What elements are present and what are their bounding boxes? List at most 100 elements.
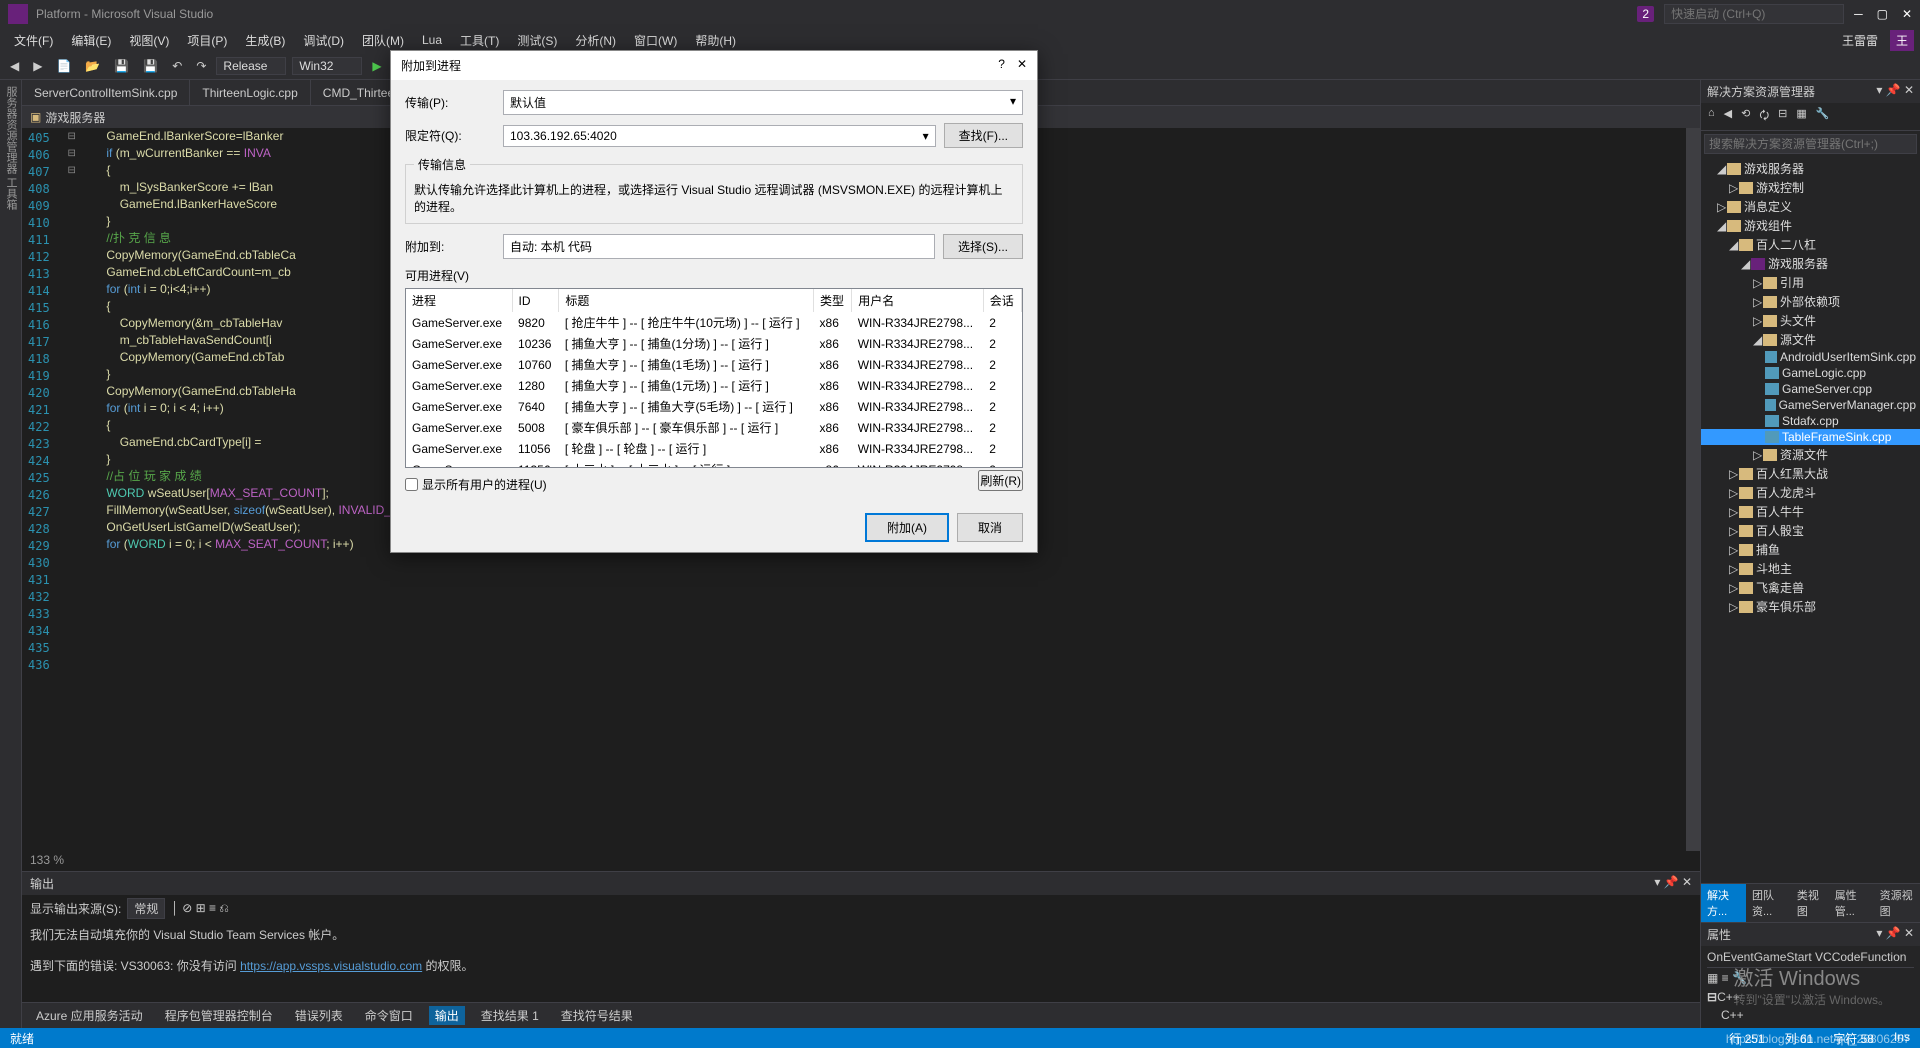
tree-node[interactable]: ▷百人红黑大战 bbox=[1701, 464, 1920, 483]
tab-file-0[interactable]: ServerControlItemSink.cpp bbox=[22, 80, 190, 105]
menu-tools[interactable]: 工具(T) bbox=[452, 30, 507, 51]
process-row[interactable]: GameServer.exe1280[ 捕鱼大亨 ] -- [ 捕鱼(1元场) … bbox=[406, 375, 1022, 396]
bottom-tab[interactable]: 命令窗口 bbox=[359, 1006, 419, 1025]
menu-help[interactable]: 帮助(H) bbox=[687, 30, 744, 51]
properties-icon[interactable]: 🔧 bbox=[1813, 106, 1833, 127]
user-name[interactable]: 王雷雷 bbox=[1836, 30, 1884, 51]
menu-view[interactable]: 视图(V) bbox=[121, 30, 177, 51]
tree-node[interactable]: GameServerManager.cpp bbox=[1701, 397, 1920, 413]
tree-node[interactable]: ▷斗地主 bbox=[1701, 559, 1920, 578]
bottom-tab[interactable]: 查找结果 1 bbox=[475, 1006, 545, 1025]
tree-node[interactable]: ▷飞禽走兽 bbox=[1701, 578, 1920, 597]
solution-tab[interactable]: 资源视图 bbox=[1874, 884, 1920, 922]
user-avatar[interactable]: 王 bbox=[1890, 30, 1914, 51]
tree-node[interactable]: ▷百人牛牛 bbox=[1701, 502, 1920, 521]
bottom-tab[interactable]: 程序包管理器控制台 bbox=[159, 1006, 279, 1025]
tab-file-1[interactable]: ThirteenLogic.cpp bbox=[190, 80, 310, 105]
show-all-icon[interactable]: ▦ bbox=[1793, 106, 1809, 127]
left-toolstrip[interactable]: 服务器资源管理器 工具箱 bbox=[0, 80, 22, 1028]
close-icon[interactable]: ✕ bbox=[1902, 7, 1912, 21]
nav-back-icon[interactable]: ◀ bbox=[6, 57, 23, 75]
bottom-tab[interactable]: 错误列表 bbox=[289, 1006, 349, 1025]
select-button[interactable]: 选择(S)... bbox=[943, 234, 1023, 259]
quick-launch-input[interactable] bbox=[1664, 4, 1844, 24]
editor-scrollbar[interactable] bbox=[1686, 128, 1700, 851]
menu-build[interactable]: 生成(B) bbox=[237, 30, 293, 51]
process-row[interactable]: GameServer.exe9820[ 抢庄牛牛 ] -- [ 抢庄牛牛(10元… bbox=[406, 312, 1022, 333]
solution-tree[interactable]: ◢游戏服务器▷游戏控制▷消息定义◢游戏组件◢百人二八杠◢游戏服务器▷引用▷外部依… bbox=[1701, 157, 1920, 883]
transport-select[interactable]: 默认值▾ bbox=[503, 90, 1023, 115]
tree-node[interactable]: GameServer.cpp bbox=[1701, 381, 1920, 397]
menu-lua[interactable]: Lua bbox=[414, 31, 450, 49]
new-icon[interactable]: 📄 bbox=[52, 57, 75, 75]
sync-icon[interactable]: ⟲ bbox=[1738, 106, 1753, 127]
tree-node[interactable]: ◢游戏服务器 bbox=[1701, 254, 1920, 273]
output-link[interactable]: https://app.vssps.visualstudio.com bbox=[240, 959, 422, 973]
panel-controls[interactable]: ▾ 📌 ✕ bbox=[1876, 83, 1914, 100]
qualifier-input[interactable]: 103.36.192.65:4020▾ bbox=[503, 125, 936, 147]
platform-select[interactable]: Win32 bbox=[292, 57, 362, 75]
menu-file[interactable]: 文件(F) bbox=[6, 30, 61, 51]
solution-tab[interactable]: 属性管... bbox=[1829, 884, 1874, 922]
solution-search-input[interactable] bbox=[1704, 134, 1917, 154]
minimize-icon[interactable]: ─ bbox=[1854, 7, 1863, 21]
open-icon[interactable]: 📂 bbox=[81, 57, 104, 75]
tree-node[interactable]: ▷游戏控制 bbox=[1701, 178, 1920, 197]
process-row[interactable]: GameServer.exe5008[ 豪车俱乐部 ] -- [ 豪车俱乐部 ]… bbox=[406, 417, 1022, 438]
output-pin-icon[interactable]: ▾ 📌 ✕ bbox=[1654, 875, 1692, 892]
solution-tab[interactable]: 解决方... bbox=[1701, 884, 1746, 922]
output-body[interactable]: 我们无法自动填充你的 Visual Studio Team Services 帐… bbox=[22, 922, 1700, 1002]
process-row[interactable]: GameServer.exe7640[ 捕鱼大亨 ] -- [ 捕鱼大亨(5毛场… bbox=[406, 396, 1022, 417]
tree-node[interactable]: ▷消息定义 bbox=[1701, 197, 1920, 216]
start-debug-icon[interactable]: ▶ bbox=[368, 59, 385, 73]
redo-icon[interactable]: ↷ bbox=[192, 57, 210, 75]
tree-node[interactable]: ▷外部依赖项 bbox=[1701, 292, 1920, 311]
process-row[interactable]: GameServer.exe10236[ 捕鱼大亨 ] -- [ 捕鱼(1分场)… bbox=[406, 333, 1022, 354]
process-list[interactable]: 进程ID标题类型用户名会话GameServer.exe9820[ 抢庄牛牛 ] … bbox=[405, 288, 1023, 468]
tree-node[interactable]: ▷引用 bbox=[1701, 273, 1920, 292]
show-all-users-checkbox[interactable]: 显示所有用户的进程(U) bbox=[405, 476, 547, 493]
tree-node[interactable]: ▷捕鱼 bbox=[1701, 540, 1920, 559]
tree-node[interactable]: ▷百人龙虎斗 bbox=[1701, 483, 1920, 502]
output-clear-icon[interactable]: │ ⊘ ⊞ ≡ ⎌ bbox=[171, 901, 229, 916]
process-row[interactable]: GameServer.exe11056[ 轮盘 ] -- [ 轮盘 ] -- [… bbox=[406, 438, 1022, 459]
zoom-level[interactable]: 133 % bbox=[22, 851, 1700, 871]
notification-badge[interactable]: 2 bbox=[1637, 6, 1654, 22]
menu-team[interactable]: 团队(M) bbox=[354, 30, 412, 51]
tree-node[interactable]: ◢源文件 bbox=[1701, 330, 1920, 349]
tree-node[interactable]: AndroidUserItemSink.cpp bbox=[1701, 349, 1920, 365]
tree-node[interactable]: TableFrameSink.cpp bbox=[1701, 429, 1920, 445]
dialog-help-icon[interactable]: ? bbox=[998, 57, 1005, 74]
save-all-icon[interactable]: 💾 bbox=[139, 57, 162, 75]
attach-button[interactable]: 附加(A) bbox=[865, 513, 949, 542]
refresh-button[interactable]: 刷新(R) bbox=[978, 470, 1023, 491]
tree-node[interactable]: ◢游戏组件 bbox=[1701, 216, 1920, 235]
menu-project[interactable]: 项目(P) bbox=[179, 30, 235, 51]
refresh-icon[interactable]: 🗘 bbox=[1756, 106, 1772, 127]
nav-fwd-icon[interactable]: ▶ bbox=[29, 57, 46, 75]
tree-node[interactable]: GameLogic.cpp bbox=[1701, 365, 1920, 381]
back-icon[interactable]: ◀ bbox=[1721, 106, 1735, 127]
find-button[interactable]: 查找(F)... bbox=[944, 123, 1023, 148]
solution-tab[interactable]: 类视图 bbox=[1791, 884, 1829, 922]
tree-node[interactable]: ▷资源文件 bbox=[1701, 445, 1920, 464]
tree-node[interactable]: ◢百人二八杠 bbox=[1701, 235, 1920, 254]
tree-node[interactable]: ◢游戏服务器 bbox=[1701, 159, 1920, 178]
menu-window[interactable]: 窗口(W) bbox=[626, 30, 685, 51]
menu-analyze[interactable]: 分析(N) bbox=[567, 30, 624, 51]
tree-node[interactable]: ▷豪车俱乐部 bbox=[1701, 597, 1920, 616]
menu-test[interactable]: 测试(S) bbox=[509, 30, 565, 51]
bottom-tab[interactable]: 查找符号结果 bbox=[555, 1006, 639, 1025]
dialog-close-icon[interactable]: ✕ bbox=[1017, 57, 1027, 74]
undo-icon[interactable]: ↶ bbox=[168, 57, 186, 75]
menu-debug[interactable]: 调试(D) bbox=[295, 30, 352, 51]
bottom-tab[interactable]: 输出 bbox=[429, 1006, 465, 1025]
menu-edit[interactable]: 编辑(E) bbox=[63, 30, 119, 51]
tree-node[interactable]: Stdafx.cpp bbox=[1701, 413, 1920, 429]
bottom-tab[interactable]: Azure 应用服务活动 bbox=[30, 1006, 149, 1025]
home-icon[interactable]: ⌂ bbox=[1705, 106, 1718, 127]
solution-tab[interactable]: 团队资... bbox=[1746, 884, 1791, 922]
output-source-select[interactable]: 常规 bbox=[127, 898, 165, 919]
process-row[interactable]: GameServer.exe11356[ 十三水 ] -- [ 十三水 ] --… bbox=[406, 459, 1022, 468]
props-controls[interactable]: ▾ 📌 ✕ bbox=[1876, 926, 1914, 943]
